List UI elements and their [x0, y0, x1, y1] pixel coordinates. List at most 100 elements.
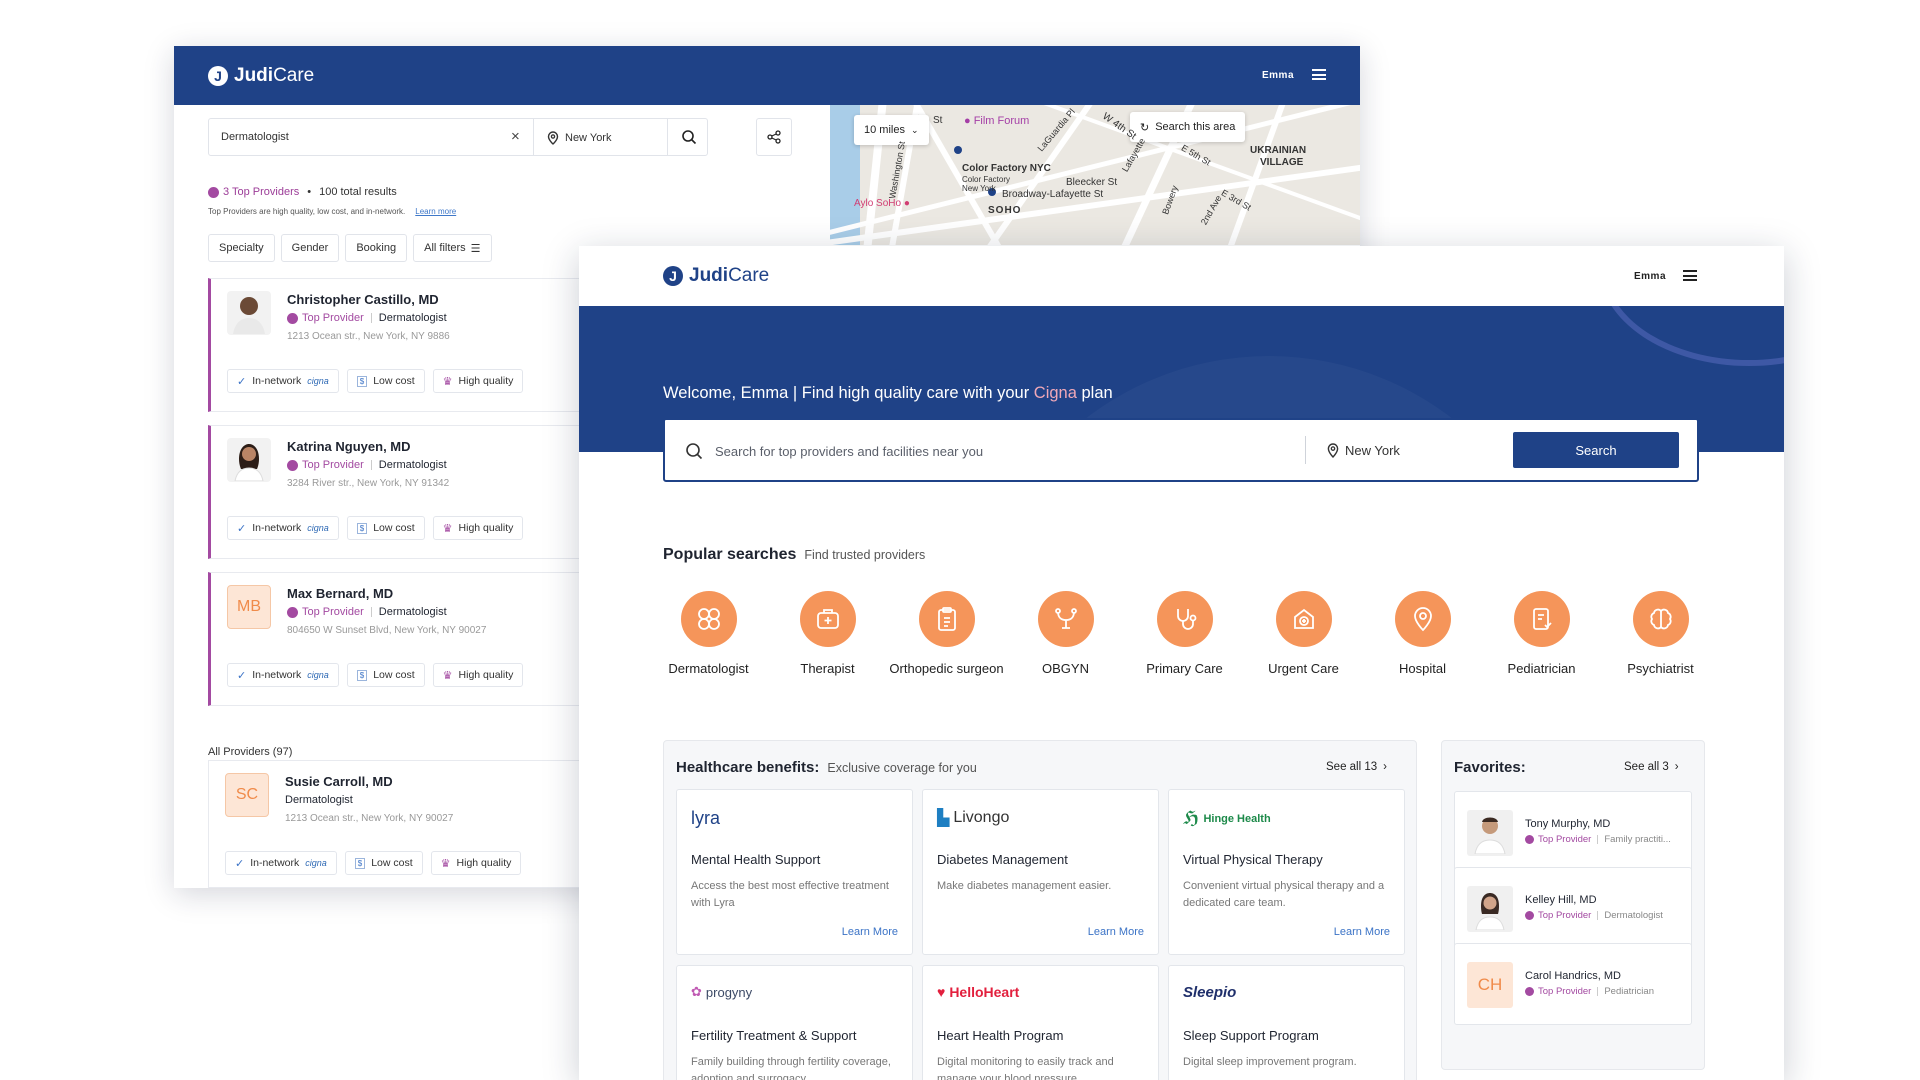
provider-name[interactable]: Christopher Castillo, MD: [287, 292, 439, 307]
map-poi-film-forum[interactable]: ● Film Forum: [964, 115, 1029, 127]
category-label: Dermatologist: [668, 661, 749, 676]
total-results: 100 total results: [319, 186, 397, 198]
provider-photo: [227, 438, 271, 482]
dermatology-icon: [680, 591, 737, 647]
stethoscope-icon: [1156, 591, 1213, 647]
provider-name[interactable]: Max Bernard, MD: [287, 586, 393, 601]
category-hospital[interactable]: Hospital: [1363, 591, 1482, 676]
category-primary-care[interactable]: Primary Care: [1125, 591, 1244, 676]
provider-card[interactable]: SC Susie Carroll, MD Dermatologist 1213 …: [208, 760, 628, 888]
top-provider-icon: [1525, 835, 1534, 844]
favorite-card[interactable]: Kelley Hill, MD Top Provider Dermatologis…: [1454, 867, 1692, 949]
check-icon: ✓: [237, 375, 247, 388]
map-poi-aylo[interactable]: Aylo SoHo ●: [854, 198, 910, 209]
provider-card[interactable]: Christopher Castillo, MD Top Provider Der…: [208, 278, 628, 412]
provider-tags: ✓ In-network cigna $ Low cost ♛ High quality: [225, 851, 522, 875]
category-orthopedic[interactable]: Orthopedic surgeon: [887, 591, 1006, 676]
category-therapist[interactable]: Therapist: [768, 591, 887, 676]
tag-label: In-network: [252, 522, 302, 534]
user-name[interactable]: Emma: [1262, 70, 1294, 81]
filter-gender[interactable]: Gender: [280, 234, 340, 262]
share-button[interactable]: [756, 118, 792, 156]
filter-sliders-icon: ☰: [470, 242, 481, 255]
favorite-card[interactable]: CH Carol Handrics, MD Top Provider Pediat…: [1454, 943, 1692, 1025]
filter-booking[interactable]: Booking: [345, 234, 408, 262]
category-list: Dermatologist Therapist Orthopedic surge…: [649, 591, 1720, 676]
search-area-label: Search this area: [1155, 121, 1236, 133]
search-query[interactable]: Dermatologist: [221, 131, 289, 143]
benefit-card[interactable]: ✿ progyny Fertility Treatment & Support F…: [676, 965, 913, 1080]
provider-photo: [1467, 810, 1513, 856]
category-pediatrician[interactable]: Pediatrician: [1482, 591, 1601, 676]
clipboard-icon: [918, 591, 975, 647]
note-text: Top Providers are high quality, low cost…: [208, 207, 406, 216]
benefit-description: Make diabetes management easier.: [937, 880, 1112, 892]
category-label: Therapist: [800, 661, 855, 676]
see-all-label: See all 13: [1326, 761, 1378, 773]
judicare-logo[interactable]: J Judi Care: [208, 65, 314, 87]
radius-dropdown[interactable]: 10 miles ⌄: [854, 115, 929, 145]
search-button[interactable]: Search: [1513, 432, 1679, 468]
pediatrics-icon: [1513, 591, 1570, 647]
category-dermatologist[interactable]: Dermatologist: [649, 591, 768, 676]
learn-more-link[interactable]: Learn More: [842, 926, 898, 938]
provider-name[interactable]: Katrina Nguyen, MD: [287, 439, 411, 454]
menu-icon[interactable]: [1683, 270, 1697, 281]
results-map[interactable]: 10 miles ⌄ ↻ Search this area St ● Film Fo…: [830, 105, 1360, 245]
user-name[interactable]: Emma: [1634, 271, 1666, 282]
filter-all[interactable]: All filters ☰: [413, 234, 492, 262]
tag-label: Low cost: [371, 857, 413, 869]
provider-card[interactable]: Katrina Nguyen, MD Top Provider Dermatolo…: [208, 425, 628, 559]
filter-specialty[interactable]: Specialty: [208, 234, 275, 262]
map-marker[interactable]: [954, 146, 962, 154]
category-label: Orthopedic surgeon: [889, 661, 1004, 676]
plan-name[interactable]: Cigna: [1034, 384, 1077, 402]
benefit-title: Mental Health Support: [691, 852, 821, 867]
logo-text: Care: [728, 265, 770, 286]
top-providers-count[interactable]: 3 Top Providers: [223, 186, 299, 198]
category-obgyn[interactable]: OBGYN: [1006, 591, 1125, 676]
benefit-card[interactable]: lyra Mental Health Support Access the be…: [676, 789, 913, 955]
location-field[interactable]: New York: [1327, 443, 1400, 458]
learn-more-link[interactable]: Learn more: [415, 207, 456, 216]
favorites-heading: Favorites:: [1454, 759, 1526, 776]
results-search-bar: Dermatologist × New York: [208, 118, 708, 156]
main-search-bar: Search for top providers and facilities …: [663, 418, 1699, 482]
progyny-icon: ✿: [691, 984, 702, 999]
map-poi-color-factory[interactable]: Color Factory NYC: [962, 163, 1051, 174]
category-urgent-care[interactable]: Urgent Care: [1244, 591, 1363, 676]
provider-meta: Top Provider Dermatologist: [287, 606, 447, 618]
benefit-card[interactable]: ♥ HelloHeart Heart Health Program Digital…: [922, 965, 1159, 1080]
tag-label: Low cost: [373, 375, 415, 387]
judicare-logo[interactable]: J Judi Care: [663, 265, 769, 287]
learn-more-link[interactable]: Learn More: [1334, 926, 1390, 938]
in-network-tag: ✓ In-network cigna: [227, 663, 339, 687]
high-quality-tag: ♛ High quality: [432, 516, 524, 540]
category-psychiatrist[interactable]: Psychiatrist: [1601, 591, 1720, 676]
clear-icon[interactable]: ×: [511, 128, 520, 145]
learn-more-link[interactable]: Learn More: [1088, 926, 1144, 938]
provider-card[interactable]: MB Max Bernard, MD Top Provider Dermatolo…: [208, 572, 628, 706]
provider-address: 1213 Ocean str., New York, NY 90027: [285, 813, 454, 824]
search-icon[interactable]: [681, 129, 697, 145]
favorite-meta: Top Provider Pediatrician: [1525, 986, 1654, 997]
home-window: J Judi Care Emma Welcome, Emma | Find hig…: [579, 246, 1784, 1080]
top-provider-icon: [1525, 987, 1534, 996]
see-all-favorites-link[interactable]: See all 3 ›: [1624, 761, 1679, 773]
menu-icon[interactable]: [1312, 69, 1326, 80]
provider-name[interactable]: Susie Carroll, MD: [285, 774, 393, 789]
search-input[interactable]: Search for top providers and facilities …: [715, 444, 983, 459]
map-label: Color Factory: [962, 175, 1011, 184]
tag-label: In-network: [252, 669, 302, 681]
provider-photo: [1467, 886, 1513, 932]
benefit-card[interactable]: Sleepio Sleep Support Program Digital sl…: [1168, 965, 1405, 1080]
favorite-card[interactable]: Tony Murphy, MD Top Provider Family pract…: [1454, 791, 1692, 873]
benefit-card[interactable]: ℌ Hinge Health Virtual Physical Therapy C…: [1168, 789, 1405, 955]
search-this-area-button[interactable]: ↻ Search this area: [1130, 112, 1246, 142]
benefit-card[interactable]: ▙ Livongo Diabetes Management Make diabet…: [922, 789, 1159, 955]
in-network-tag: ✓ In-network cigna: [225, 851, 337, 875]
section-title: Healthcare benefits:: [676, 759, 820, 776]
location-field[interactable]: New York: [547, 131, 611, 145]
top-provider-icon: [287, 459, 298, 471]
see-all-benefits-link[interactable]: See all 13 ›: [1326, 761, 1387, 773]
